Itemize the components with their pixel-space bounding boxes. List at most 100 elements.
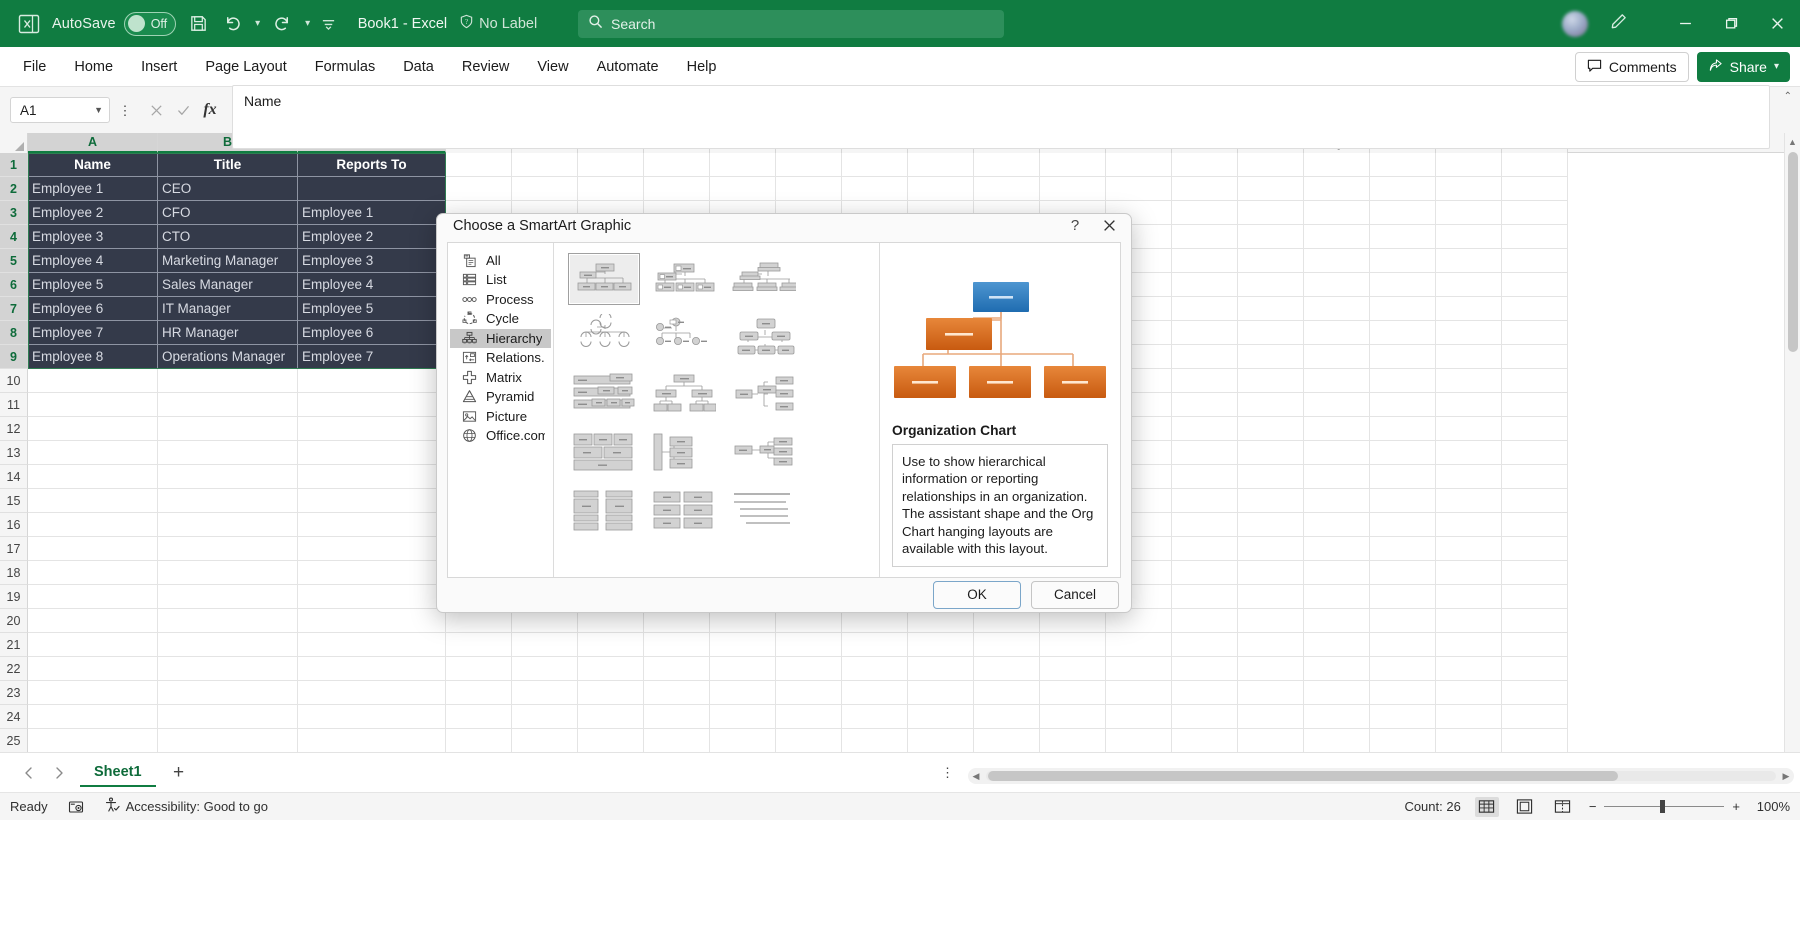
category-item-hierarchy[interactable]: Hierarchy [450, 328, 551, 349]
cell-A15[interactable] [28, 489, 158, 513]
cell-P12[interactable] [1238, 417, 1304, 441]
cell-A10[interactable] [28, 369, 158, 393]
cell-S2[interactable] [1436, 177, 1502, 201]
cell-P25[interactable] [1238, 729, 1304, 752]
cell-T3[interactable] [1502, 201, 1568, 225]
cell-K24[interactable] [908, 705, 974, 729]
autosave-toggle[interactable]: Off [123, 11, 176, 36]
category-item-list[interactable]: List [450, 270, 551, 290]
cell-P19[interactable] [1238, 585, 1304, 609]
cell-P6[interactable] [1238, 273, 1304, 297]
cell-G24[interactable] [644, 705, 710, 729]
cell-T13[interactable] [1502, 441, 1568, 465]
cell-O8[interactable] [1172, 321, 1238, 345]
save-icon[interactable] [182, 7, 216, 41]
cell-T21[interactable] [1502, 633, 1568, 657]
cell-C11[interactable] [298, 393, 446, 417]
record-macro-icon[interactable] [68, 799, 84, 815]
cell-P23[interactable] [1238, 681, 1304, 705]
cell-Q13[interactable] [1304, 441, 1370, 465]
cell-R11[interactable] [1370, 393, 1436, 417]
name-box-options-icon[interactable]: ⋮ [116, 104, 134, 117]
category-item-relations[interactable]: Relations... [450, 348, 551, 368]
cell-B21[interactable] [158, 633, 298, 657]
cell-O11[interactable] [1172, 393, 1238, 417]
cell-R13[interactable] [1370, 441, 1436, 465]
cell-M2[interactable] [1040, 177, 1106, 201]
accessibility-status[interactable]: Accessibility: Good to go [104, 797, 268, 816]
cell-C23[interactable] [298, 681, 446, 705]
cell-P15[interactable] [1238, 489, 1304, 513]
cell-E23[interactable] [512, 681, 578, 705]
row-header-15[interactable]: 15 [0, 489, 28, 513]
cell-Q5[interactable] [1304, 249, 1370, 273]
row-header-12[interactable]: 12 [0, 417, 28, 441]
cell-B10[interactable] [158, 369, 298, 393]
cell-B16[interactable] [158, 513, 298, 537]
cell-S4[interactable] [1436, 225, 1502, 249]
cell-B6[interactable]: Sales Manager [158, 273, 298, 297]
row-header-8[interactable]: 8 [0, 321, 28, 345]
cell-P4[interactable] [1238, 225, 1304, 249]
gallery-item-picture-organization-chart[interactable] [648, 252, 720, 305]
sensitivity-label[interactable]: ? No Label [459, 14, 537, 33]
cell-R15[interactable] [1370, 489, 1436, 513]
gallery-item-half-circle-organization-chart[interactable] [568, 310, 640, 363]
cell-B22[interactable] [158, 657, 298, 681]
cell-I24[interactable] [776, 705, 842, 729]
scroll-left-icon[interactable]: ◀ [968, 771, 984, 782]
cell-L23[interactable] [974, 681, 1040, 705]
cell-A5[interactable]: Employee 4 [28, 249, 158, 273]
cell-G21[interactable] [644, 633, 710, 657]
cell-Q8[interactable] [1304, 321, 1370, 345]
category-item-picture[interactable]: Picture [450, 407, 551, 427]
row-header-10[interactable]: 10 [0, 369, 28, 393]
vertical-scrollbar[interactable]: ▲ [1784, 133, 1800, 752]
cell-D1[interactable] [446, 153, 512, 177]
cell-O2[interactable] [1172, 177, 1238, 201]
cell-O25[interactable] [1172, 729, 1238, 752]
cell-P16[interactable] [1238, 513, 1304, 537]
row-header-21[interactable]: 21 [0, 633, 28, 657]
cell-R17[interactable] [1370, 537, 1436, 561]
cell-G23[interactable] [644, 681, 710, 705]
tab-page-layout[interactable]: Page Layout [192, 54, 299, 80]
cell-O24[interactable] [1172, 705, 1238, 729]
row-header-16[interactable]: 16 [0, 513, 28, 537]
cell-E22[interactable] [512, 657, 578, 681]
cell-T23[interactable] [1502, 681, 1568, 705]
gallery-item-organization-chart[interactable] [568, 252, 640, 305]
cell-T14[interactable] [1502, 465, 1568, 489]
zoom-slider-thumb[interactable] [1660, 800, 1666, 813]
cell-P14[interactable] [1238, 465, 1304, 489]
gallery-item-hierarchy[interactable] [728, 310, 800, 363]
row-header-25[interactable]: 25 [0, 729, 28, 752]
cell-A20[interactable] [28, 609, 158, 633]
cell-R19[interactable] [1370, 585, 1436, 609]
tab-view[interactable]: View [524, 54, 581, 80]
cell-T4[interactable] [1502, 225, 1568, 249]
cell-O3[interactable] [1172, 201, 1238, 225]
cell-J23[interactable] [842, 681, 908, 705]
gallery-item-lined-list[interactable] [648, 484, 720, 537]
cell-Q21[interactable] [1304, 633, 1370, 657]
cell-O21[interactable] [1172, 633, 1238, 657]
cell-C3[interactable]: Employee 1 [298, 201, 446, 225]
cell-N23[interactable] [1106, 681, 1172, 705]
tab-automate[interactable]: Automate [584, 54, 672, 80]
chevron-down-icon[interactable]: ▾ [1774, 61, 1779, 72]
cell-Q3[interactable] [1304, 201, 1370, 225]
cell-Q9[interactable] [1304, 345, 1370, 369]
cell-M23[interactable] [1040, 681, 1106, 705]
cell-A6[interactable]: Employee 5 [28, 273, 158, 297]
cell-B19[interactable] [158, 585, 298, 609]
cell-C2[interactable] [298, 177, 446, 201]
confirm-check-icon[interactable] [171, 98, 195, 122]
cell-S5[interactable] [1436, 249, 1502, 273]
cell-O15[interactable] [1172, 489, 1238, 513]
row-header-14[interactable]: 14 [0, 465, 28, 489]
tab-insert[interactable]: Insert [128, 54, 190, 80]
horizontal-scrollbar[interactable]: ◀ ▶ [968, 768, 1794, 784]
cell-P18[interactable] [1238, 561, 1304, 585]
cell-C4[interactable]: Employee 2 [298, 225, 446, 249]
